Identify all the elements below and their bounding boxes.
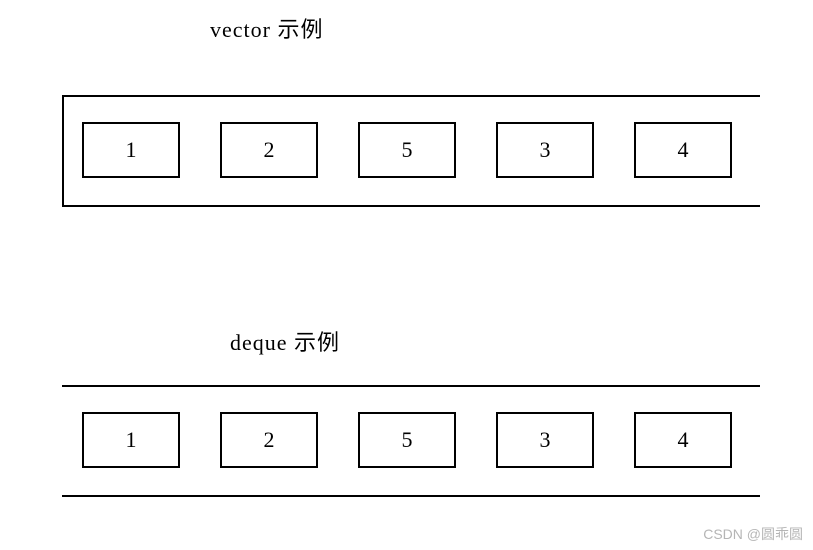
vector-top-border [62, 95, 760, 97]
deque-top-border [62, 385, 760, 387]
vector-cell: 5 [358, 122, 456, 178]
vector-cell: 3 [496, 122, 594, 178]
vector-cell: 1 [82, 122, 180, 178]
watermark: CSDN @圆乖圆 [703, 524, 803, 544]
vector-left-border [62, 95, 64, 207]
deque-cell: 4 [634, 412, 732, 468]
deque-bottom-border [62, 495, 760, 497]
deque-container: 1 2 5 3 4 [62, 385, 760, 497]
vector-bottom-border [62, 205, 760, 207]
deque-title: deque 示例 [230, 325, 340, 357]
deque-cell: 5 [358, 412, 456, 468]
vector-container: 1 2 5 3 4 [62, 95, 760, 207]
deque-cell: 1 [82, 412, 180, 468]
deque-cell: 3 [496, 412, 594, 468]
vector-cells: 1 2 5 3 4 [82, 122, 732, 178]
vector-cell: 2 [220, 122, 318, 178]
vector-cell: 4 [634, 122, 732, 178]
deque-cell: 2 [220, 412, 318, 468]
vector-title: vector 示例 [210, 12, 323, 44]
deque-cells: 1 2 5 3 4 [82, 412, 732, 468]
